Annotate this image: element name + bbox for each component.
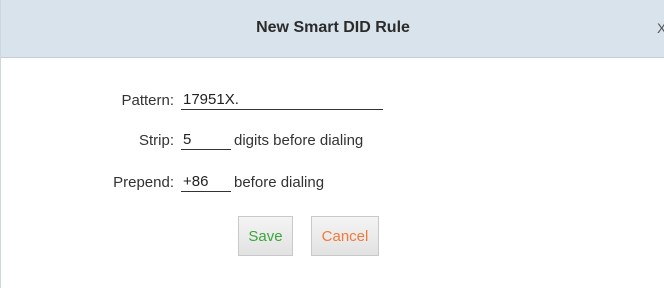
pattern-row: Pattern: — [1, 88, 664, 114]
strip-row: Strip: digits before dialing — [1, 128, 664, 154]
close-icon[interactable]: X — [657, 0, 664, 56]
save-button[interactable]: Save — [238, 216, 293, 256]
strip-input[interactable] — [181, 130, 231, 150]
strip-label: Strip: — [138, 132, 174, 149]
dialog-title-bar: New Smart DID Rule X — [1, 0, 664, 58]
pattern-input[interactable] — [181, 90, 383, 110]
strip-suffix: digits before dialing — [234, 132, 364, 149]
prepend-label: Prepend: — [113, 174, 174, 191]
new-smart-did-rule-dialog: New Smart DID Rule X Pattern: Strip: dig… — [0, 0, 664, 288]
pattern-label: Pattern: — [121, 92, 174, 109]
dialog-title: New Smart DID Rule — [256, 19, 410, 36]
prepend-row: Prepend: before dialing — [1, 170, 664, 196]
cancel-button[interactable]: Cancel — [311, 216, 379, 256]
prepend-input[interactable] — [181, 172, 231, 192]
prepend-suffix: before dialing — [234, 174, 325, 191]
